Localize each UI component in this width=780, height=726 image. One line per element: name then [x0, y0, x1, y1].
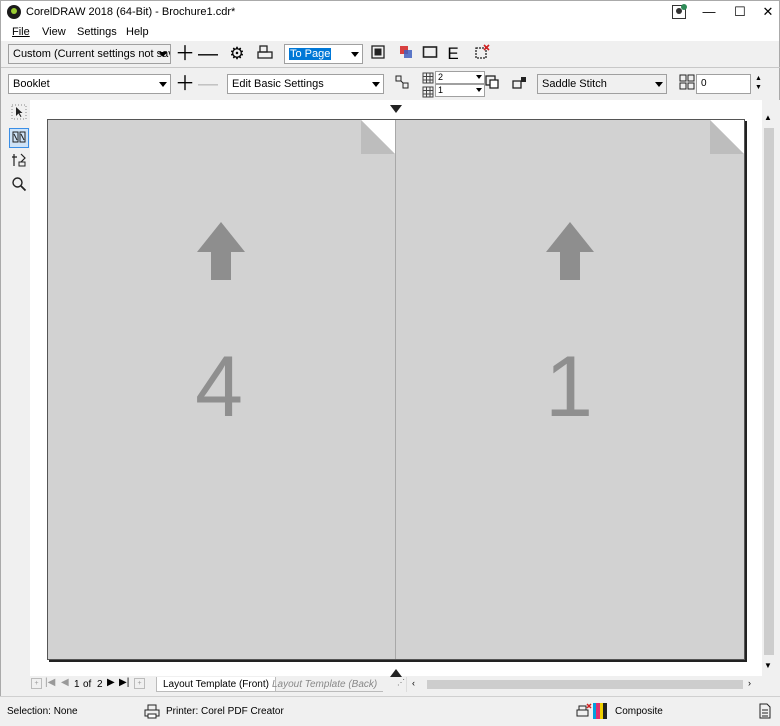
page-placement-icon[interactable] [482, 74, 502, 94]
page-orientation-arrow-icon [197, 222, 245, 280]
menu-settings[interactable]: Settings [77, 26, 117, 38]
user-account-icon[interactable] [672, 4, 687, 19]
cols-grid-icon [422, 86, 434, 98]
tab-scroll-icon[interactable]: ⋰ [397, 678, 405, 687]
scroll-down-icon[interactable]: ▼ [764, 661, 772, 670]
chevron-down-icon [655, 82, 663, 87]
scroll-up-icon[interactable]: ▲ [764, 113, 772, 122]
first-page-icon[interactable]: |◀ [45, 677, 55, 688]
rows-grid-icon [422, 72, 434, 84]
horizontal-scroll-thumb[interactable] [427, 680, 743, 689]
settings-mode-value: Edit Basic Settings [232, 78, 324, 90]
chevron-down-icon [159, 82, 167, 87]
center-marker-top-icon [390, 105, 402, 113]
page-corner-fold-icon [710, 120, 744, 154]
close-button[interactable]: ✕ [757, 3, 779, 21]
add-layout-button[interactable]: ＋ [175, 74, 195, 94]
rows-value: 2 [438, 72, 444, 82]
maximize-button[interactable]: ☐ [729, 3, 751, 21]
gear-icon[interactable]: ⚙ [227, 44, 247, 64]
marks-placement-tool-icon[interactable] [9, 152, 29, 172]
separations-icon[interactable] [396, 44, 416, 64]
composite-status: Composite [615, 706, 663, 717]
pick-tool-icon[interactable] [9, 104, 29, 124]
color-mode-icon[interactable] [593, 703, 607, 719]
scroll-right-icon[interactable]: › [748, 678, 751, 688]
gutter-value: 0 [701, 78, 707, 89]
horizontal-scrollbar[interactable]: ‹ › [406, 677, 762, 692]
menu-bar: File View Settings Help [0, 23, 780, 41]
close-preview-icon[interactable] [472, 44, 492, 64]
of-label: of [83, 679, 92, 690]
window-title: CorelDRAW 2018 (64-Bit) - Brochure1.cdr* [26, 6, 236, 18]
menu-file[interactable]: File [12, 26, 30, 38]
preview-page-icon[interactable] [420, 44, 440, 64]
chevron-down-icon [372, 82, 380, 87]
binding-value: Saddle Stitch [542, 78, 607, 90]
chevron-down-icon [351, 52, 359, 57]
emulsion-icon[interactable]: E [443, 44, 463, 64]
preset-combo[interactable]: Custom (Current settings not saved) [8, 44, 171, 64]
minimize-button[interactable]: — [698, 3, 720, 21]
standard-toolbar: Custom (Current settings not saved) ＋ — … [0, 41, 780, 68]
gutter-icon [677, 74, 697, 94]
tab-layout-front[interactable]: Layout Template (Front) [156, 677, 276, 692]
property-bar: Booklet ＋ — Edit Basic Settings 2 1 Sadd… [0, 67, 780, 100]
cols-spinner[interactable]: 1 [435, 84, 485, 97]
title-bar: CorelDRAW 2018 (64-Bit) - Brochure1.cdr*… [0, 0, 780, 23]
zoom-combo[interactable]: To Page [284, 44, 363, 64]
tab-layout-back[interactable]: Layout Template (Back) [266, 677, 384, 692]
menu-view[interactable]: View [42, 26, 66, 38]
fold-line [395, 120, 396, 659]
delete-preset-button[interactable]: — [198, 44, 218, 64]
vertical-scroll-thumb[interactable] [764, 128, 774, 655]
printer-status: Printer: Corel PDF Creator [166, 706, 284, 717]
cols-value: 1 [438, 85, 444, 95]
settings-mode-combo[interactable]: Edit Basic Settings [227, 74, 384, 94]
center-marker-bottom-icon [390, 669, 402, 677]
zoom-tool-icon[interactable] [9, 176, 29, 196]
page-number-right: 1 [545, 339, 593, 435]
selection-status: Selection: None [7, 706, 78, 717]
printer-icon [144, 703, 160, 722]
status-bar: Selection: None Printer: Corel PDF Creat… [0, 696, 780, 726]
binding-method-combo[interactable]: Saddle Stitch [537, 74, 667, 94]
next-page-icon[interactable]: ▶ [107, 677, 115, 688]
zoom-value: To Page [289, 48, 332, 60]
print-options-icon[interactable] [255, 44, 275, 64]
add-preset-button[interactable]: ＋ [175, 44, 195, 64]
gutter-input[interactable]: 0 [696, 74, 751, 94]
coreldraw-logo-icon [7, 5, 21, 19]
last-page-icon[interactable]: ▶| [119, 677, 129, 688]
scroll-left-icon[interactable]: ‹ [412, 678, 415, 688]
page-corner-fold-icon [361, 120, 395, 154]
layout-value: Booklet [13, 78, 50, 90]
gutter-spinner-icon[interactable]: ▲ ▼ [752, 74, 765, 94]
imposition-sheet [47, 119, 745, 660]
fit-to-page-icon[interactable] [368, 44, 388, 64]
add-page-after-icon[interactable]: + [134, 678, 145, 689]
total-pages: 2 [97, 679, 103, 690]
document-info-icon[interactable] [759, 703, 771, 722]
menu-help[interactable]: Help [126, 26, 149, 38]
chevron-down-icon [159, 52, 167, 57]
page-orientation-arrow-icon [546, 222, 594, 280]
rows-spinner[interactable]: 2 [435, 71, 485, 84]
printer-warning-icon[interactable] [576, 703, 592, 722]
toolbox [0, 100, 30, 696]
previous-page-icon[interactable]: ◀ [61, 677, 69, 688]
add-page-before-icon[interactable]: + [31, 678, 42, 689]
current-page: 1 [74, 679, 80, 690]
imposition-layout-tool-icon[interactable] [9, 128, 29, 148]
preset-value: Custom (Current settings not saved) [13, 48, 170, 60]
page-order-icon[interactable] [392, 74, 412, 94]
layout-combo[interactable]: Booklet [8, 74, 171, 94]
page-number-left: 4 [195, 339, 243, 435]
lock-layout-icon[interactable] [509, 74, 529, 94]
delete-layout-button[interactable]: — [198, 74, 218, 94]
